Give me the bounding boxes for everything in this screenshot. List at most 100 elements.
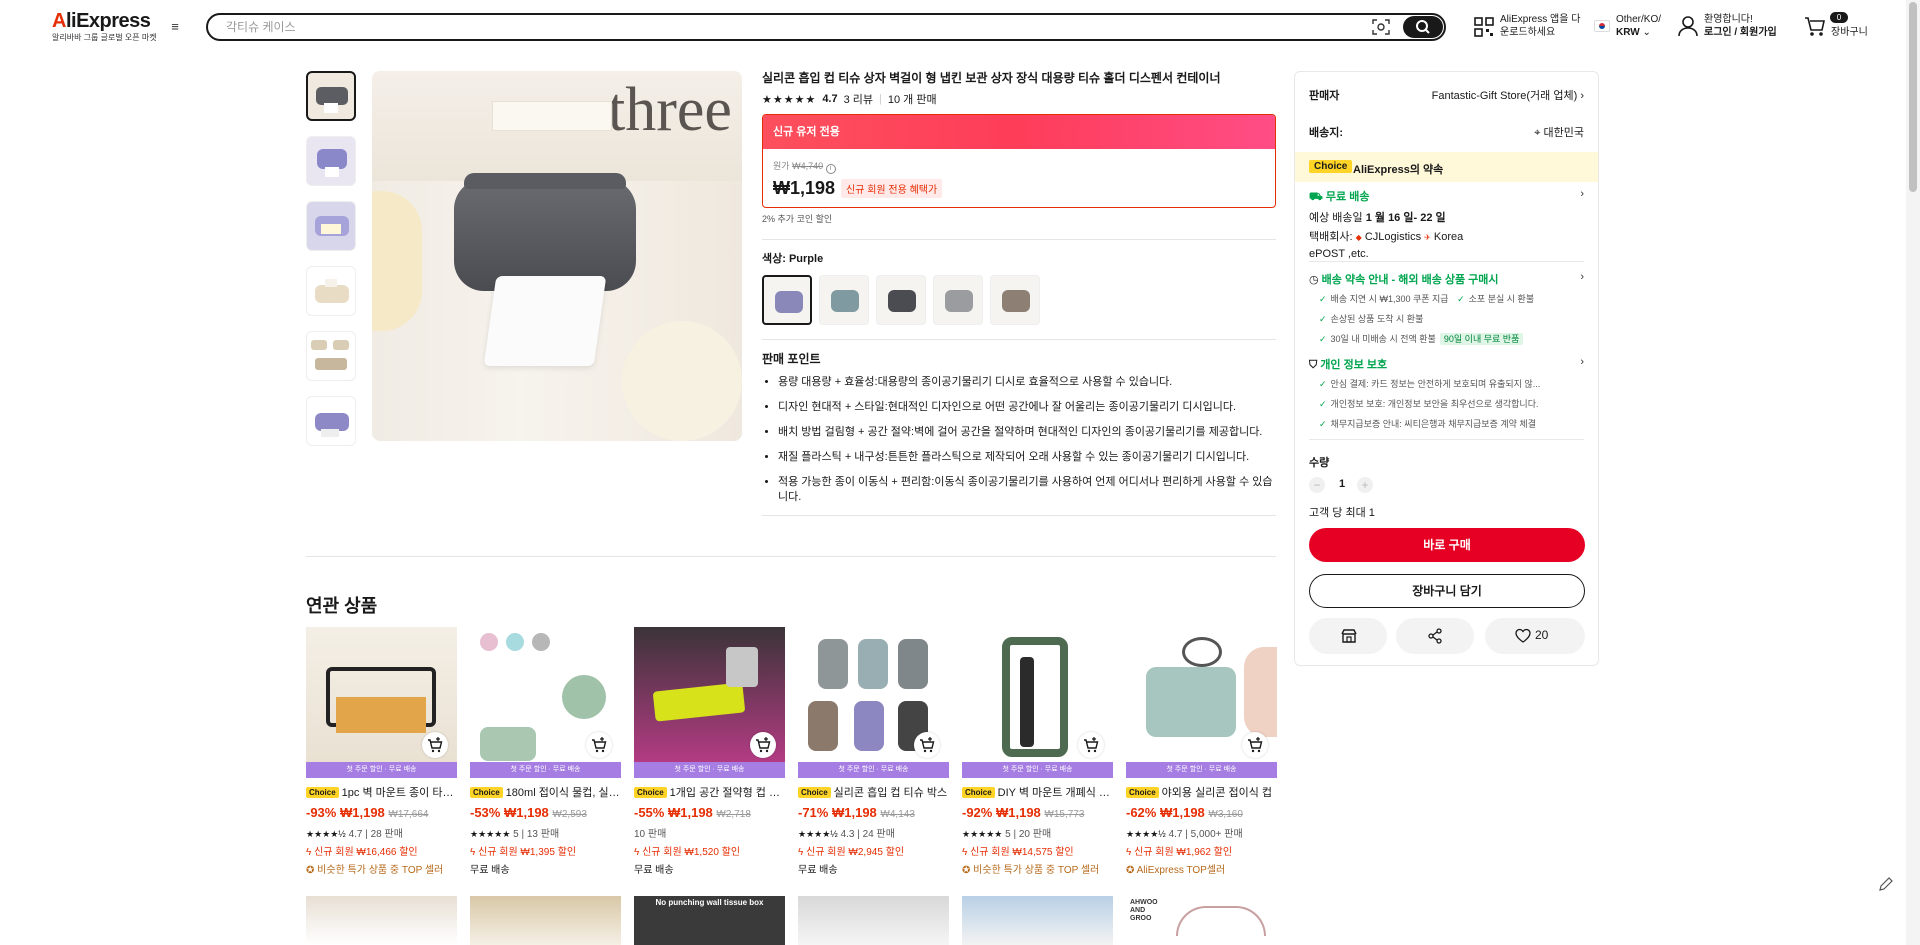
add-to-cart-icon[interactable] bbox=[914, 732, 940, 758]
hamburger-menu-icon[interactable]: ≡ bbox=[168, 20, 182, 34]
related-product-image[interactable]: 첫 주문 할인 · 무료 배송 bbox=[306, 627, 457, 778]
delivery-guarantee-section[interactable]: ◷ 배송 약속 안내 - 해외 배송 상품 구매시 › ✓ 배송 지연 시 ₩1,… bbox=[1309, 271, 1584, 349]
search-icon bbox=[1416, 20, 1430, 34]
buy-now-button[interactable]: 바로 구매 bbox=[1309, 528, 1585, 562]
review-count[interactable]: 3 리뷰 bbox=[844, 91, 873, 107]
color-swatch-4[interactable] bbox=[933, 275, 983, 325]
thumbnail-5[interactable] bbox=[306, 331, 356, 381]
rating-stars: ★★★★★ bbox=[470, 829, 511, 839]
scrollbar-thumb[interactable] bbox=[1909, 2, 1917, 192]
badge-icon: ✪ bbox=[1126, 865, 1135, 876]
related-product-card[interactable]: 첫 주문 할인 · 무료 배송 Choice 실리콘 흡입 컵 티슈 박스 -71% … bbox=[798, 627, 949, 876]
discount-percent: -53% bbox=[470, 805, 501, 820]
ship-to-value[interactable]: ⌖ 대한민국 bbox=[1534, 124, 1584, 140]
guarantee-item: 배송 지연 시 ₩1,300 쿠폰 지급 bbox=[1330, 294, 1449, 304]
account-menu[interactable]: 환영합니다! 로그인 / 회원가입 bbox=[1704, 13, 1777, 39]
page-scrollbar[interactable] bbox=[1906, 0, 1920, 945]
check-icon: ✓ bbox=[1319, 294, 1327, 304]
related-product-image[interactable]: 첫 주문 할인 · 무료 배송 bbox=[634, 627, 785, 778]
related-product-card[interactable]: 첫 주문 할인 · 무료 배송Choice1pc 벽 마운트 종이 타월 홀더-… bbox=[306, 627, 457, 876]
related-product-name[interactable]: Choice 180ml 접이식 물컵, 실리콘 bbox=[470, 784, 621, 798]
original-price: ₩4,143 bbox=[880, 809, 915, 820]
quantity-decrease-button[interactable]: − bbox=[1309, 477, 1325, 493]
choice-badge: Choice bbox=[1126, 787, 1159, 798]
seller-row[interactable]: 판매자 Fantastic-Gift Store(거래 업체) › bbox=[1309, 87, 1584, 103]
cart-icon[interactable] bbox=[1804, 16, 1826, 38]
app-download-link[interactable]: AliExpress 앱을 다 운로드하세요 bbox=[1500, 13, 1580, 39]
related-product-name[interactable]: Choice 야외용 실리콘 접이식 컵 bbox=[1126, 784, 1277, 798]
ship-to-country: 대한민국 bbox=[1543, 127, 1584, 139]
add-to-cart-button[interactable]: 장바구니 담기 bbox=[1309, 574, 1585, 608]
related-card-row2-5[interactable] bbox=[962, 896, 1113, 945]
free-shipping-section[interactable]: ⛟ 무료 배송 › 예상 배송일 1 월 16 일- 22 일 택배회사: ◆ … bbox=[1309, 188, 1584, 262]
divider bbox=[762, 339, 1276, 340]
feedback-pen-icon[interactable] bbox=[1878, 876, 1894, 892]
user-icon[interactable] bbox=[1678, 15, 1698, 37]
privacy-section[interactable]: ⛉ 개인 정보 보호 › ✓ 안심 결제: 카드 정보는 안전하게 보호되며 유출… bbox=[1309, 356, 1584, 434]
related-product-card[interactable]: 첫 주문 할인 · 무료 배송 Choice 180ml 접이식 물컵, 실리콘 -5… bbox=[470, 627, 621, 876]
privacy-list: ✓ 안심 결제: 카드 정보는 안전하게 보호되며 유출되지 않... ✓ 개인정보… bbox=[1309, 374, 1584, 434]
related-product-name[interactable]: Choice1pc 벽 마운트 종이 타월 홀더 bbox=[306, 784, 457, 798]
seller-name[interactable]: Fantastic-Gift Store(거래 업체) › bbox=[1432, 87, 1584, 103]
related-card-row2-4[interactable] bbox=[798, 896, 949, 945]
related-product-name[interactable]: ChoiceDIY 벽 마운트 개폐식 옷걸이 bbox=[962, 784, 1113, 798]
rating-sold: 10 판매 bbox=[634, 825, 785, 840]
login-signup-link[interactable]: 로그인 / 회원가입 bbox=[1704, 27, 1777, 38]
current-price: ₩1,198 bbox=[995, 805, 1041, 820]
share-button[interactable] bbox=[1396, 618, 1474, 654]
related-card-row2-1[interactable] bbox=[306, 896, 457, 945]
add-to-cart-icon[interactable] bbox=[750, 732, 776, 758]
related-product-image[interactable]: 첫 주문 할인 · 무료 배송 bbox=[798, 627, 949, 778]
related-card-row2-2[interactable] bbox=[470, 896, 621, 945]
cart-label[interactable]: 장바구니 bbox=[1831, 26, 1868, 39]
image-search-icon[interactable] bbox=[1372, 19, 1390, 35]
qr-code-icon[interactable] bbox=[1474, 17, 1494, 37]
swatch-product-image bbox=[945, 290, 973, 312]
add-to-cart-icon[interactable] bbox=[586, 732, 612, 758]
color-swatch-2[interactable] bbox=[819, 275, 869, 325]
related-card-row2-6[interactable]: AHWOO AND GROO bbox=[1126, 896, 1277, 945]
search-button[interactable] bbox=[1403, 16, 1443, 38]
related-product-price: -55% ₩1,198 ₩2,718 bbox=[634, 805, 785, 820]
related-product-image[interactable]: 첫 주문 할인 · 무료 배송 bbox=[470, 627, 621, 778]
ship-to-row[interactable]: 배송지: ⌖ 대한민국 bbox=[1309, 124, 1584, 140]
locale-selector[interactable]: Other/KO/ KRW ⌄ bbox=[1616, 13, 1661, 39]
wishlist-button[interactable]: 20 bbox=[1485, 618, 1585, 654]
aliexpress-logo[interactable]: AliExpress 알리바바 그룹 글로벌 오픈 마켓 bbox=[52, 10, 157, 43]
rating-stars: ★★★★★ bbox=[762, 93, 817, 106]
purchase-limit: 고객 당 최대 1 bbox=[1309, 507, 1375, 519]
color-swatch-5[interactable] bbox=[990, 275, 1040, 325]
rating-sold-text: 4.7 | 5,000+ 판매 bbox=[1168, 829, 1243, 840]
add-to-cart-icon[interactable] bbox=[422, 732, 448, 758]
selling-points-title: 판매 포인트 bbox=[762, 352, 821, 366]
store-button[interactable] bbox=[1309, 618, 1387, 654]
color-swatch-1[interactable] bbox=[762, 275, 812, 325]
related-card-row2-3[interactable]: No punching wall tissue box bbox=[634, 896, 785, 945]
add-to-cart-icon[interactable] bbox=[1242, 732, 1268, 758]
add-to-cart-icon[interactable] bbox=[1078, 732, 1104, 758]
related-product-image[interactable]: 첫 주문 할인 · 무료 배송 bbox=[962, 627, 1113, 778]
carrier-cj: CJLogistics bbox=[1364, 231, 1422, 243]
related-product-name[interactable]: Choice 1개입 공간 절약형 컵 홀더 bbox=[634, 784, 785, 798]
quantity-value[interactable]: 1 bbox=[1329, 478, 1355, 490]
logo-tagline: 알리바바 그룹 글로벌 오픈 마켓 bbox=[52, 33, 157, 42]
search-input[interactable] bbox=[226, 18, 1326, 36]
related-product-image[interactable]: 첫 주문 할인 · 무료 배송 bbox=[1126, 627, 1277, 778]
related-product-card[interactable]: 첫 주문 할인 · 무료 배송 Choice 1개입 공간 절약형 컵 홀더 -55%… bbox=[634, 627, 785, 876]
related-product-card[interactable]: 첫 주문 할인 · 무료 배송 ChoiceDIY 벽 마운트 개폐식 옷걸이 -9… bbox=[962, 627, 1113, 876]
thumbnail-6[interactable] bbox=[306, 396, 356, 446]
promo-ribbon: 첫 주문 할인 · 무료 배송 bbox=[798, 762, 949, 778]
location-pin-icon: ⌖ bbox=[1534, 127, 1541, 139]
quantity-increase-button[interactable]: + bbox=[1357, 477, 1373, 493]
related-product-card[interactable]: 첫 주문 할인 · 무료 배송 Choice 야외용 실리콘 접이식 컵 -62% ₩… bbox=[1126, 627, 1277, 876]
image-tissue-lid bbox=[464, 173, 626, 189]
color-swatch-3[interactable] bbox=[876, 275, 926, 325]
thumbnail-4[interactable] bbox=[306, 266, 356, 316]
image-wall-text: three bbox=[608, 76, 732, 144]
related-product-name[interactable]: Choice 실리콘 흡입 컵 티슈 박스 bbox=[798, 784, 949, 798]
info-icon[interactable]: i bbox=[825, 164, 836, 174]
main-product-image[interactable]: three bbox=[372, 71, 742, 441]
thumbnail-2[interactable] bbox=[306, 136, 356, 186]
thumbnail-3[interactable] bbox=[306, 201, 356, 251]
thumbnail-1[interactable] bbox=[306, 71, 356, 121]
